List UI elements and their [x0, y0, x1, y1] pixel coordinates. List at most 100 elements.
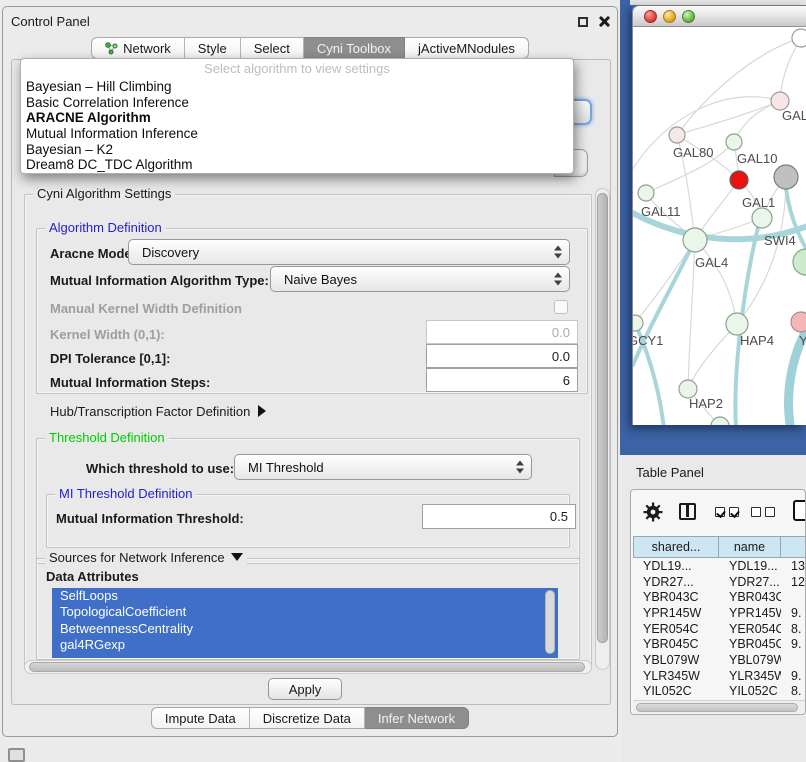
- table-row[interactable]: YBR043CYBR043C: [633, 589, 806, 605]
- tab-jactivemnodules[interactable]: jActiveMNodules: [405, 37, 529, 59]
- tab-impute-data[interactable]: Impute Data: [151, 707, 250, 729]
- tab-select[interactable]: Select: [241, 37, 304, 59]
- network-node[interactable]: [791, 312, 806, 332]
- table-row[interactable]: YER054CYER054C8.: [633, 621, 806, 637]
- attribute-list-item[interactable]: SelfLoops: [52, 588, 558, 604]
- table-row[interactable]: YPR145WYPR145W9.: [633, 605, 806, 621]
- attributes-list-scrollbar[interactable]: [545, 590, 555, 654]
- network-node[interactable]: [752, 208, 772, 228]
- network-edge[interactable]: [688, 240, 695, 389]
- network-node[interactable]: [774, 165, 798, 189]
- table-options-icon[interactable]: [793, 500, 806, 521]
- collapse-arrow-icon: [231, 553, 243, 561]
- table-panel: Table Panel shared...nameA YDL19...YDL19…: [622, 455, 806, 762]
- horizontal-scrollbar[interactable]: [24, 660, 592, 674]
- table-cell: 8.: [781, 684, 806, 698]
- manual-kernel-label: Manual Kernel Width Definition: [50, 301, 242, 316]
- attribute-list-item[interactable]: gal4RGexp: [52, 637, 558, 653]
- settings-gear-icon[interactable]: [643, 502, 663, 522]
- tab-cyni-toolbox[interactable]: Cyni Toolbox: [304, 37, 405, 59]
- network-view-window: GALGAL80GAL10GAL1GAL11GAL4SWI4GCY1HAP4YH…: [632, 5, 806, 425]
- control-panel-window: Control Panel Network Style Select Cyni …: [2, 6, 618, 737]
- algorithm-definition-title: Algorithm Definition: [45, 220, 166, 235]
- vertical-scrollbar[interactable]: [595, 188, 610, 670]
- tab-label: Infer Network: [378, 711, 455, 726]
- threshold-definition-title: Threshold Definition: [45, 430, 169, 445]
- close-icon[interactable]: [598, 15, 611, 28]
- network-node[interactable]: [726, 313, 748, 335]
- column-header[interactable]: name: [719, 536, 781, 558]
- table-horizontal-scrollbar[interactable]: [633, 700, 805, 713]
- tab-discretize-data[interactable]: Discretize Data: [250, 707, 365, 729]
- minimized-panel-icon[interactable]: [8, 748, 25, 762]
- mi-steps-field[interactable]: 6: [426, 368, 578, 392]
- network-edge[interactable]: [780, 38, 801, 101]
- column-header[interactable]: shared...: [633, 536, 719, 558]
- kernel-width-label: Kernel Width (0,1):: [50, 327, 165, 342]
- tab-network[interactable]: Network: [91, 37, 185, 59]
- mi-algorithm-type-combo[interactable]: Naive Bayes: [270, 266, 570, 292]
- tab-infer-network[interactable]: Infer Network: [365, 707, 469, 729]
- table-row[interactable]: YIL052CYIL052C8.: [633, 684, 806, 700]
- network-edge[interactable]: [695, 240, 737, 324]
- network-edge[interactable]: [677, 101, 780, 135]
- dropdown-item[interactable]: Dream8 DC_TDC Algorithm: [21, 157, 573, 173]
- apply-button[interactable]: Apply: [268, 678, 342, 700]
- network-window-titlebar[interactable]: [632, 5, 806, 27]
- minimize-traffic-light[interactable]: [663, 10, 676, 23]
- float-window-icon[interactable]: [578, 17, 588, 27]
- dropdown-item[interactable]: Mutual Information Inference: [21, 126, 573, 142]
- network-node[interactable]: [683, 228, 707, 252]
- data-attributes-list[interactable]: SelfLoopsTopologicalCoefficientBetweenne…: [52, 588, 558, 658]
- network-node[interactable]: [730, 171, 748, 189]
- scrollbar-thumb[interactable]: [597, 193, 608, 643]
- aracne-mode-combo[interactable]: Discovery: [128, 239, 570, 265]
- column-layout-icon[interactable]: [679, 503, 696, 520]
- manual-kernel-checkbox[interactable]: [554, 300, 568, 314]
- clear-selection-icon[interactable]: [751, 507, 775, 517]
- column-header[interactable]: A: [781, 536, 806, 558]
- close-traffic-light[interactable]: [644, 10, 657, 23]
- scrollbar-thumb[interactable]: [29, 662, 585, 672]
- mi-steps-label: Mutual Information Steps:: [50, 375, 210, 390]
- dropdown-item[interactable]: ARACNE Algorithm: [21, 110, 573, 126]
- network-node[interactable]: [669, 127, 685, 143]
- table-row[interactable]: YLR345WYLR345W9.: [633, 668, 806, 684]
- table-cell: YBL079W: [719, 653, 781, 667]
- scrollbar-thumb[interactable]: [636, 703, 798, 713]
- dropdown-item[interactable]: Bayesian – Hill Climbing: [21, 79, 573, 95]
- table-cell: YLR345W: [719, 669, 781, 683]
- network-node[interactable]: [793, 249, 806, 275]
- hub-definition-expander[interactable]: Hub/Transcription Factor Definition: [50, 404, 266, 419]
- tab-style[interactable]: Style: [185, 37, 241, 59]
- which-threshold-combo[interactable]: MI Threshold: [234, 454, 532, 480]
- data-attributes-label: Data Attributes: [46, 569, 139, 584]
- table-row[interactable]: YDL19...YDL19...13: [633, 558, 806, 574]
- zoom-traffic-light[interactable]: [682, 10, 695, 23]
- network-canvas[interactable]: GALGAL80GAL10GAL1GAL11GAL4SWI4GCY1HAP4YH…: [632, 27, 806, 425]
- algorithm-dropdown[interactable]: Select algorithm to view settings Bayesi…: [20, 58, 574, 174]
- attribute-list-item[interactable]: BetweennessCentrality: [52, 621, 558, 637]
- dropdown-item[interactable]: Basic Correlation Inference: [21, 95, 573, 111]
- dropdown-item[interactable]: Bayesian – K2: [21, 142, 573, 158]
- expander-arrow-icon: [258, 405, 266, 417]
- node-label: GCY1: [633, 333, 663, 348]
- network-node[interactable]: [792, 29, 806, 47]
- tab-label: Cyni Toolbox: [317, 41, 391, 56]
- mi-threshold-field[interactable]: 0.5: [422, 504, 576, 529]
- attribute-list-item[interactable]: TopologicalCoefficient: [52, 604, 558, 620]
- table-row[interactable]: YBL079WYBL079W: [633, 652, 806, 668]
- network-node[interactable]: [726, 134, 742, 150]
- node-label: GAL: [782, 108, 806, 123]
- dpi-tolerance-field[interactable]: 0.0: [426, 344, 578, 368]
- table-toolbar: [631, 490, 805, 534]
- network-node[interactable]: [633, 315, 643, 331]
- select-all-checkboxes-icon[interactable]: [715, 507, 739, 517]
- table-row[interactable]: YDR27...YDR27...12: [633, 574, 806, 590]
- sources-title[interactable]: Sources for Network Inference: [45, 550, 247, 565]
- kernel-width-field[interactable]: 0.0: [426, 320, 578, 344]
- network-edge[interactable]: [688, 324, 737, 389]
- table-row[interactable]: YBR045CYBR045C9.: [633, 636, 806, 652]
- network-edge[interactable]: [635, 240, 695, 323]
- network-node[interactable]: [638, 185, 654, 201]
